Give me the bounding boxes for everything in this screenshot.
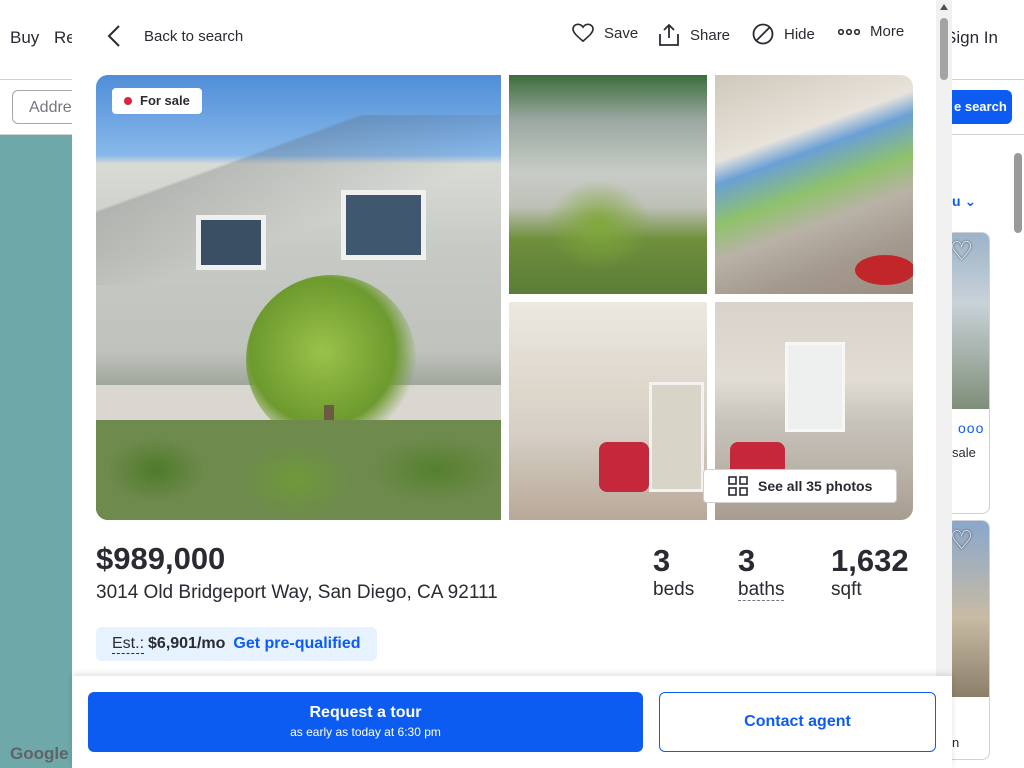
nav-buy-link[interactable]: Buy bbox=[10, 28, 39, 48]
chevron-left-icon bbox=[107, 25, 120, 47]
grid-icon bbox=[728, 476, 748, 496]
listing-address: 3014 Old Bridgeport Way, San Diego, CA 9… bbox=[96, 582, 498, 603]
favorite-heart-icon[interactable]: ♡ bbox=[950, 236, 973, 267]
listing-price: $989,000 bbox=[96, 541, 226, 576]
listing-card[interactable] bbox=[946, 520, 990, 760]
back-to-search-button[interactable]: Back to search bbox=[104, 24, 243, 48]
see-all-photos-label: See all 35 photos bbox=[758, 478, 873, 494]
baths-value: 3 bbox=[738, 543, 756, 578]
beds-label: beds bbox=[653, 579, 695, 600]
results-scrollbar[interactable] bbox=[1012, 135, 1024, 768]
hide-circle-slash-icon bbox=[752, 23, 774, 45]
request-tour-subtitle: as early as today at 6:30 pm bbox=[290, 725, 441, 739]
contact-agent-button[interactable]: Contact agent bbox=[659, 692, 936, 752]
beds-stat: 3 beds bbox=[653, 544, 694, 602]
heart-icon bbox=[572, 23, 594, 43]
sqft-stat: 1,632 sqft bbox=[831, 544, 909, 602]
listing-card-status: n bbox=[952, 735, 960, 750]
share-label: Share bbox=[690, 26, 731, 44]
scrollbar-thumb[interactable] bbox=[940, 18, 948, 80]
estimate-value: $6,901/mo bbox=[148, 635, 226, 652]
sign-in-link[interactable]: Sign In bbox=[945, 28, 998, 48]
listing-photo-thumbnail[interactable] bbox=[715, 75, 913, 294]
see-all-photos-button[interactable]: See all 35 photos bbox=[703, 469, 897, 503]
listing-photo-thumbnail[interactable] bbox=[509, 75, 707, 294]
get-pre-qualified-link[interactable]: Get pre-qualified bbox=[233, 635, 360, 653]
sort-dropdown[interactable]: u ⌄ bbox=[952, 193, 976, 210]
map-provider-logo: Google bbox=[10, 744, 69, 763]
hide-button[interactable]: Hide bbox=[752, 23, 815, 45]
sort-label: u bbox=[952, 193, 961, 209]
modal-scrollbar[interactable] bbox=[936, 0, 952, 768]
favorite-heart-icon[interactable]: ♡ bbox=[950, 525, 973, 556]
status-dot-icon bbox=[124, 97, 132, 105]
save-label: Save bbox=[604, 24, 639, 42]
listing-card[interactable] bbox=[946, 232, 990, 514]
sqft-value: 1,632 bbox=[831, 543, 909, 578]
listing-photo-thumbnail[interactable] bbox=[509, 302, 707, 520]
request-tour-label: Request a tour bbox=[309, 704, 422, 721]
more-button[interactable]: More bbox=[838, 23, 904, 40]
share-button[interactable]: Share bbox=[658, 23, 730, 47]
main-listing-photo[interactable] bbox=[96, 75, 501, 520]
hide-label: Hide bbox=[784, 25, 815, 43]
status-badge-label: For sale bbox=[140, 93, 190, 108]
estimate-label[interactable]: Est.: bbox=[112, 635, 145, 654]
more-label: More bbox=[870, 23, 905, 40]
share-icon bbox=[659, 23, 679, 46]
more-dots-icon bbox=[838, 28, 860, 35]
back-label: Back to search bbox=[144, 27, 244, 45]
beds-value: 3 bbox=[653, 543, 671, 578]
request-tour-button[interactable]: Request a tour as early as today at 6:30… bbox=[88, 692, 643, 752]
listing-card-status: sale bbox=[952, 445, 976, 460]
baths-label[interactable]: baths bbox=[738, 579, 785, 601]
sqft-label: sqft bbox=[831, 579, 862, 600]
monthly-estimate-box: Est.: $6,901/mo Get pre-qualified bbox=[96, 627, 377, 661]
save-button[interactable]: Save bbox=[572, 23, 638, 43]
baths-stat[interactable]: 3 baths bbox=[738, 543, 785, 602]
more-options-icon[interactable]: ooo bbox=[958, 420, 984, 436]
chevron-down-icon: ⌄ bbox=[964, 193, 977, 209]
status-badge: For sale bbox=[112, 88, 202, 114]
scroll-up-arrow-icon[interactable] bbox=[940, 4, 948, 10]
